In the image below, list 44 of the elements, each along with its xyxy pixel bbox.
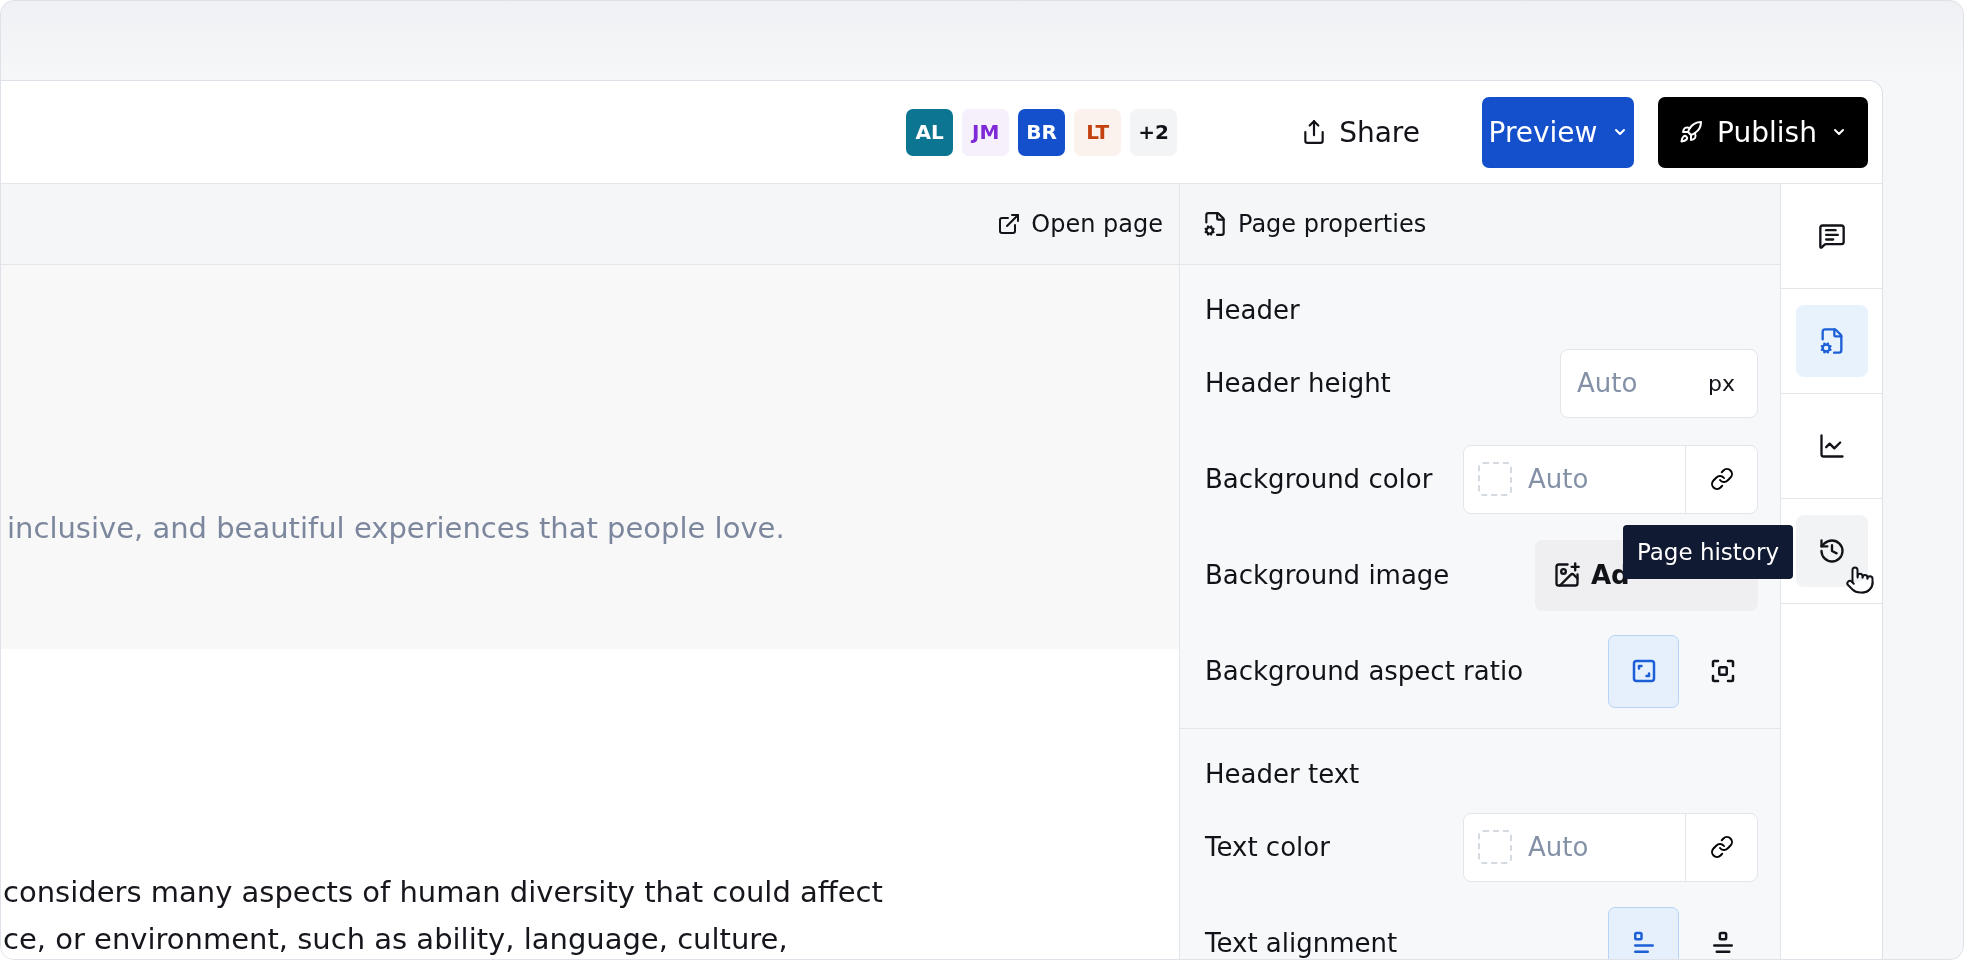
color-field[interactable]: Auto: [1463, 444, 1758, 514]
body-text: considers many aspects of human diversity that could affect: [3, 874, 884, 911]
option-toggle[interactable]: [1608, 906, 1679, 959]
unit-label: px: [1707, 370, 1736, 396]
more-count[interactable]: +2: [1130, 108, 1178, 156]
property-label: Background image: [1205, 560, 1450, 590]
file-settings-icon: [1202, 211, 1228, 237]
header-subtitle: inclusive, and beautiful experiences that people love.: [7, 511, 786, 545]
hand-cursor-icon: [1845, 565, 1875, 595]
body-text: ce, or environment, such as ability, language, culture,: [3, 921, 789, 958]
panel-title: Page properties: [1238, 210, 1427, 238]
property-label: Text alignment: [1205, 928, 1398, 958]
color-input[interactable]: Auto: [1512, 832, 1685, 862]
swatch-icon: [1478, 462, 1512, 496]
color-field[interactable]: Auto: [1463, 812, 1758, 882]
avatar[interactable]: JM: [962, 108, 1010, 156]
history-icon: [1817, 537, 1846, 565]
publish-button[interactable]: Publish: [1658, 96, 1868, 168]
rocket-icon: [1679, 120, 1704, 144]
properties-tab[interactable]: [1795, 305, 1868, 377]
comment-icon: [1817, 222, 1846, 250]
option-toggle[interactable]: [1608, 634, 1679, 708]
avatar[interactable]: LT: [1074, 108, 1122, 156]
chart-icon: [1817, 432, 1846, 460]
property-label: Background color: [1205, 464, 1433, 494]
property-label: Header height: [1205, 368, 1391, 398]
share-button[interactable]: Share: [1285, 101, 1436, 163]
section-title: Header text: [1205, 758, 1361, 791]
history-tab[interactable]: [1795, 515, 1868, 587]
avatar[interactable]: AL: [906, 108, 954, 156]
height-field[interactable]: Auto px: [1560, 348, 1758, 418]
property-label: Background aspect ratio: [1205, 656, 1524, 686]
avatar[interactable]: BR: [1018, 108, 1066, 156]
external-link-icon: [997, 212, 1022, 236]
color-input[interactable]: Auto: [1512, 464, 1685, 494]
link-icon: [1709, 467, 1734, 491]
section-title: Header: [1205, 294, 1301, 327]
link-icon: [1709, 835, 1734, 859]
preview-button[interactable]: Preview: [1482, 96, 1634, 168]
height-input[interactable]: Auto: [1561, 368, 1702, 398]
swatch-icon: [1478, 830, 1512, 864]
image-plus-icon: [1553, 561, 1581, 589]
open-page-link[interactable]: Open page: [997, 210, 1163, 238]
property-label: Text color: [1205, 832, 1330, 862]
